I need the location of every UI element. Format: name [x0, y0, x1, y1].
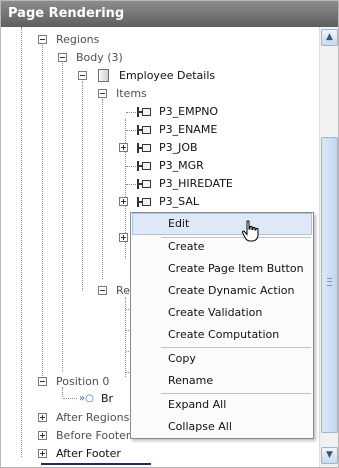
tree-node-body[interactable]: Body (3) — [1, 49, 318, 67]
page-item-icon — [137, 161, 151, 171]
selection-underline — [41, 463, 151, 465]
tree-node-employee-details[interactable]: Employee Details — [1, 67, 318, 85]
tree-node-after-footer[interactable]: After Footer — [1, 445, 318, 463]
tree-node-label: Items — [116, 87, 147, 100]
hand-pointer-icon — [241, 220, 259, 242]
tree-connector — [126, 184, 136, 185]
scroll-down-button[interactable]: ▼ — [321, 447, 338, 464]
panel-title: Page Rendering — [8, 6, 125, 21]
menu-item-create-computation[interactable]: Create Computation — [132, 324, 312, 346]
tree-item-label: P3_MGR — [159, 159, 204, 172]
collapse-toggle-icon[interactable] — [38, 35, 47, 44]
tree-node-items[interactable]: Items — [1, 85, 318, 103]
context-menu: Edit Create Create Page Item Button Crea… — [130, 212, 314, 439]
tree-node-regions[interactable]: Regions — [1, 31, 318, 49]
menu-item-rename[interactable]: Rename — [132, 370, 312, 392]
tree-item-row[interactable] — [1, 229, 131, 247]
tree-item-row[interactable]: P3_HIREDATE — [1, 175, 318, 193]
menu-item-create-page-item-button[interactable]: Create Page Item Button — [132, 258, 312, 280]
tree-connector — [126, 166, 136, 167]
menu-item-collapse-all[interactable]: Collapse All — [132, 416, 312, 438]
expand-toggle-icon[interactable] — [119, 197, 128, 206]
chevron-up-icon: ▲ — [326, 32, 333, 42]
tree-connector — [126, 112, 136, 113]
tree-item-row[interactable]: P3_MGR — [1, 157, 318, 175]
tree-item-row[interactable]: P3_ENAME — [1, 121, 318, 139]
tree-node-branch[interactable]: »○ Br — [1, 390, 131, 408]
page-item-icon — [137, 143, 151, 153]
collapse-toggle-icon[interactable] — [58, 53, 67, 62]
tree-item-row[interactable]: P3_EMPNO — [1, 103, 318, 121]
collapse-toggle-icon[interactable] — [98, 286, 107, 295]
expand-toggle-icon[interactable] — [38, 431, 47, 440]
vertical-scrollbar[interactable]: ▲ ▼ — [319, 27, 338, 467]
expand-toggle-icon[interactable] — [38, 449, 47, 458]
tree-item-row[interactable]: P3_JOB — [1, 139, 318, 157]
tree-item-label: P3_ENAME — [159, 123, 218, 136]
region-page-icon — [98, 69, 109, 82]
tree-node-label: Br — [101, 392, 114, 405]
page-item-icon — [137, 197, 151, 207]
grip-icon — [327, 278, 332, 286]
tree-node-re[interactable]: Re — [1, 282, 131, 300]
menu-item-create-dynamic-action[interactable]: Create Dynamic Action — [132, 280, 312, 302]
chevron-down-icon: ▼ — [326, 450, 333, 460]
menu-item-expand-all[interactable]: Expand All — [132, 394, 312, 416]
tree-node-label: Before Footer — [56, 429, 131, 442]
tree-node-label: Regions — [56, 33, 100, 46]
panel-header: Page Rendering — [1, 1, 338, 27]
tree-node-label: Re — [116, 284, 130, 297]
menu-item-create-validation[interactable]: Create Validation — [132, 302, 312, 324]
tree-node-label: Position 0 — [56, 375, 110, 388]
tree-item-label: P3_EMPNO — [159, 105, 219, 118]
scrollbar-thumb[interactable] — [321, 137, 338, 433]
expand-toggle-icon[interactable] — [119, 143, 128, 152]
page-item-icon — [137, 179, 151, 189]
tree-item-row[interactable]: P3_SAL — [1, 193, 318, 211]
expand-toggle-icon[interactable] — [38, 413, 47, 422]
collapse-toggle-icon[interactable] — [98, 89, 107, 98]
collapse-toggle-icon[interactable] — [78, 71, 87, 80]
tree-node-label: Body (3) — [76, 51, 123, 64]
tree-item-label: P3_SAL — [159, 195, 199, 208]
collapse-toggle-icon[interactable] — [38, 377, 47, 386]
tree-item-label: P3_HIREDATE — [159, 177, 233, 190]
menu-item-create[interactable]: Create — [132, 236, 312, 258]
expand-toggle-icon[interactable] — [119, 233, 128, 242]
page-rendering-panel: Page Rendering Regions Body (3) Employee… — [0, 0, 339, 468]
menu-item-copy[interactable]: Copy — [132, 348, 312, 370]
tree-item-label: P3_JOB — [159, 141, 198, 154]
tree-node-label: After Footer — [56, 447, 121, 460]
tree-connector — [126, 130, 136, 131]
tree-node-label: Employee Details — [119, 69, 216, 82]
page-item-icon — [137, 107, 151, 117]
scroll-up-button[interactable]: ▲ — [321, 29, 338, 46]
tree-node-position[interactable]: Position 0 — [1, 373, 131, 391]
menu-item-edit[interactable]: Edit — [132, 213, 312, 235]
branch-arrow-icon: »○ — [79, 393, 94, 404]
page-item-icon — [137, 125, 151, 135]
tree-node-label: After Regions — [56, 411, 130, 424]
